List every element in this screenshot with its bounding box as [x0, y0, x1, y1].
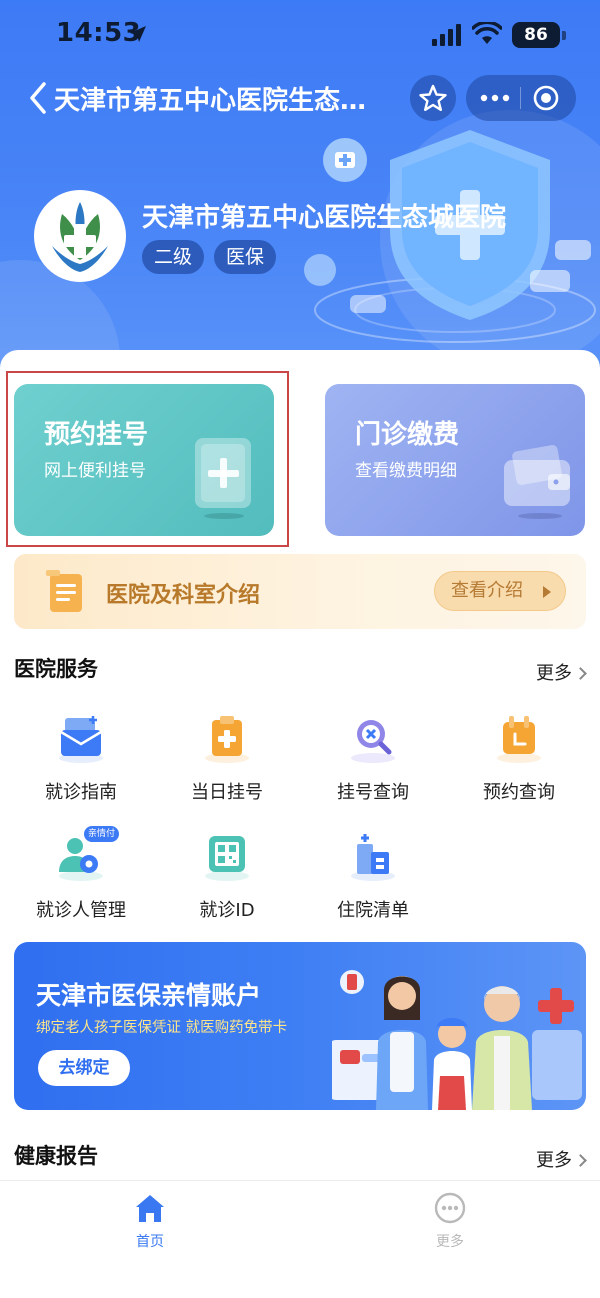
- health-report-more-label: 更多: [536, 1150, 572, 1171]
- services-more-link[interactable]: 更多: [536, 659, 587, 685]
- calendar-icon: [497, 716, 541, 763]
- services-more-label: 更多: [536, 663, 572, 684]
- close-target-icon[interactable]: [532, 84, 560, 112]
- appointment-title: 预约挂号: [44, 420, 149, 450]
- intro-banner[interactable]: 医院及科室介绍 查看介绍: [14, 554, 586, 629]
- chevron-right-icon: [574, 1154, 587, 1167]
- hospital-level-tag: 二级: [142, 240, 205, 274]
- location-arrow-icon: [130, 26, 146, 42]
- tab-more-label: 更多: [436, 1234, 464, 1250]
- service-label: 就诊人管理: [36, 900, 126, 921]
- service-label: 挂号查询: [337, 782, 409, 803]
- bind-button[interactable]: 去绑定: [38, 1050, 130, 1086]
- services-title: 医院服务: [14, 657, 98, 681]
- appointment-card[interactable]: 预约挂号 网上便利挂号: [14, 384, 274, 536]
- payment-title: 门诊缴费: [355, 420, 460, 450]
- back-chevron-icon[interactable]: [24, 78, 54, 118]
- chevron-right-icon: [574, 667, 587, 680]
- hospital-name: 天津市第五中心医院生态城医院: [142, 203, 507, 233]
- wallet-icon: [504, 445, 570, 519]
- battery-indicator: 86: [512, 22, 560, 48]
- health-report-more-link[interactable]: 更多: [536, 1146, 587, 1172]
- service-label: 当日挂号: [191, 782, 263, 803]
- appointment-subtitle: 网上便利挂号: [44, 461, 146, 481]
- intro-label: 医院及科室介绍: [106, 583, 261, 608]
- service-label: 住院清单: [337, 900, 409, 921]
- service-label: 就诊ID: [199, 900, 255, 921]
- insurance-tag: 医保: [214, 240, 277, 274]
- battery-cap: [562, 31, 566, 40]
- capsule-divider: [520, 87, 521, 109]
- shield-illustration: [304, 130, 596, 343]
- status-bar: 14:53 86: [0, 0, 600, 70]
- play-triangle-icon: [543, 586, 551, 598]
- cellular-signal-icon: [432, 24, 461, 46]
- tab-home[interactable]: 首页: [110, 1191, 190, 1251]
- nav-title: 天津市第五中心医院生态…: [54, 86, 367, 116]
- tab-home-label: 首页: [136, 1234, 164, 1250]
- service-label: 就诊指南: [45, 782, 117, 803]
- kinship-pay-badge: 亲情付: [84, 826, 120, 842]
- clipboard-plus-icon: [205, 716, 249, 763]
- more-circle-icon: [434, 1192, 466, 1224]
- family-illustration: [332, 970, 582, 1110]
- star-icon: [419, 84, 447, 111]
- view-intro-label: 查看介绍: [451, 580, 523, 601]
- tab-bar: 首页 更多: [0, 1180, 600, 1298]
- wifi-icon: [472, 22, 502, 44]
- hospital-building-icon: [351, 834, 395, 881]
- document-icon: [46, 570, 82, 612]
- insurance-family-banner[interactable]: 天津市医保亲情账户 绑定老人孩子医保凭证 就医购药免带卡 去绑定: [14, 942, 586, 1110]
- hospital-logo-icon: [52, 202, 108, 272]
- guide-envelope-icon: [59, 716, 103, 763]
- favorite-button[interactable]: [410, 75, 456, 121]
- home-icon: [136, 1195, 164, 1222]
- tab-more[interactable]: 更多: [410, 1191, 490, 1251]
- more-dots-icon[interactable]: [480, 88, 510, 108]
- view-intro-button[interactable]: 查看介绍: [434, 571, 566, 611]
- service-label: 预约查询: [483, 782, 555, 803]
- search-cross-icon: [351, 720, 395, 763]
- hospital-logo: [34, 190, 126, 282]
- banner-subtitle: 绑定老人孩子医保凭证 就医购药免带卡: [36, 1020, 288, 1036]
- banner-title: 天津市医保亲情账户: [36, 981, 262, 1010]
- header: 14:53 86 天津市第五中心医院生态… 天津市第五中心医院生态城医院 二级 …: [0, 0, 600, 390]
- health-report-title: 健康报告: [14, 1144, 98, 1168]
- miniapp-capsule: [466, 75, 576, 121]
- payment-card[interactable]: 门诊缴费 查看缴费明细: [325, 384, 585, 536]
- tablet-plus-icon: [195, 438, 251, 519]
- payment-subtitle: 查看缴费明细: [355, 461, 457, 481]
- qr-id-icon: [205, 836, 249, 881]
